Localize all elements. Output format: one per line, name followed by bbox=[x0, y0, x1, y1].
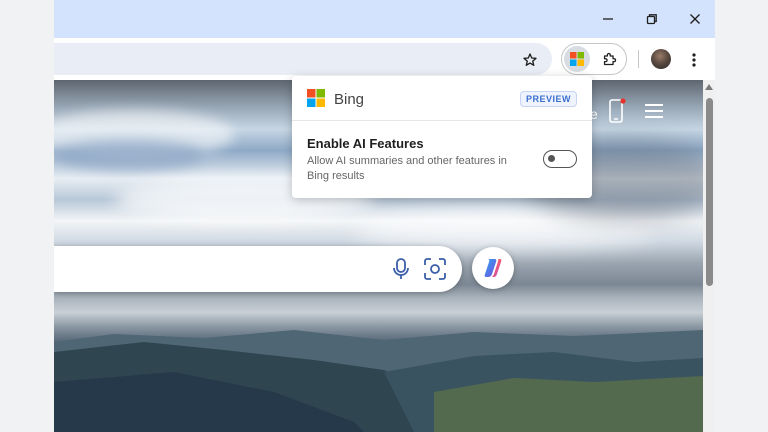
background-cloud bbox=[54, 140, 204, 170]
bing-extension-popup: Bing PREVIEW Enable AI Features Allow AI… bbox=[292, 76, 592, 198]
browser-toolbar bbox=[54, 38, 715, 80]
scroll-up-arrow[interactable] bbox=[705, 84, 713, 90]
copilot-icon bbox=[484, 259, 502, 277]
minimize-button[interactable] bbox=[593, 7, 623, 31]
restore-button[interactable] bbox=[637, 7, 667, 31]
browser-menu-button[interactable] bbox=[686, 50, 702, 70]
star-icon bbox=[523, 53, 537, 66]
microsoft-logo-icon bbox=[307, 89, 325, 107]
mobile-app-button[interactable] bbox=[607, 97, 627, 130]
feature-title: Enable AI Features bbox=[307, 136, 424, 151]
microphone-icon bbox=[393, 258, 409, 279]
hamburger-icon bbox=[645, 104, 663, 118]
visual-search-icon bbox=[424, 258, 446, 280]
browser-window: e bbox=[54, 0, 715, 432]
extensions-button[interactable] bbox=[599, 49, 619, 69]
copilot-button[interactable] bbox=[472, 247, 514, 289]
close-window-button[interactable] bbox=[680, 7, 710, 31]
mountain-landscape bbox=[54, 330, 703, 432]
visual-search-button[interactable] bbox=[422, 257, 448, 281]
preview-badge: PREVIEW bbox=[520, 91, 577, 107]
restore-icon bbox=[646, 14, 657, 25]
close-icon bbox=[690, 14, 700, 24]
popup-header: Bing PREVIEW bbox=[292, 76, 592, 121]
microsoft-logo-icon bbox=[570, 52, 584, 66]
search-box[interactable] bbox=[54, 246, 462, 292]
more-vert-icon bbox=[692, 53, 696, 67]
phone-icon bbox=[609, 98, 626, 123]
toggle-knob bbox=[548, 155, 555, 162]
scrollbar-thumb[interactable] bbox=[706, 98, 713, 286]
profile-avatar[interactable] bbox=[651, 49, 671, 69]
extensions-group bbox=[561, 43, 627, 75]
bing-extension-button[interactable] bbox=[564, 46, 590, 72]
menu-button[interactable] bbox=[644, 103, 664, 124]
address-bar[interactable] bbox=[54, 43, 552, 75]
ai-features-toggle[interactable] bbox=[543, 150, 577, 168]
title-bar bbox=[54, 0, 715, 38]
puzzle-icon bbox=[603, 52, 616, 65]
page-scrollbar[interactable] bbox=[703, 80, 715, 432]
voice-search-button[interactable] bbox=[389, 257, 413, 281]
toolbar-separator bbox=[638, 50, 639, 68]
bookmark-button[interactable] bbox=[520, 50, 540, 70]
popup-brand-title: Bing bbox=[334, 91, 365, 108]
minimize-icon bbox=[603, 18, 613, 20]
feature-description: Allow AI summaries and other features in… bbox=[307, 155, 507, 182]
